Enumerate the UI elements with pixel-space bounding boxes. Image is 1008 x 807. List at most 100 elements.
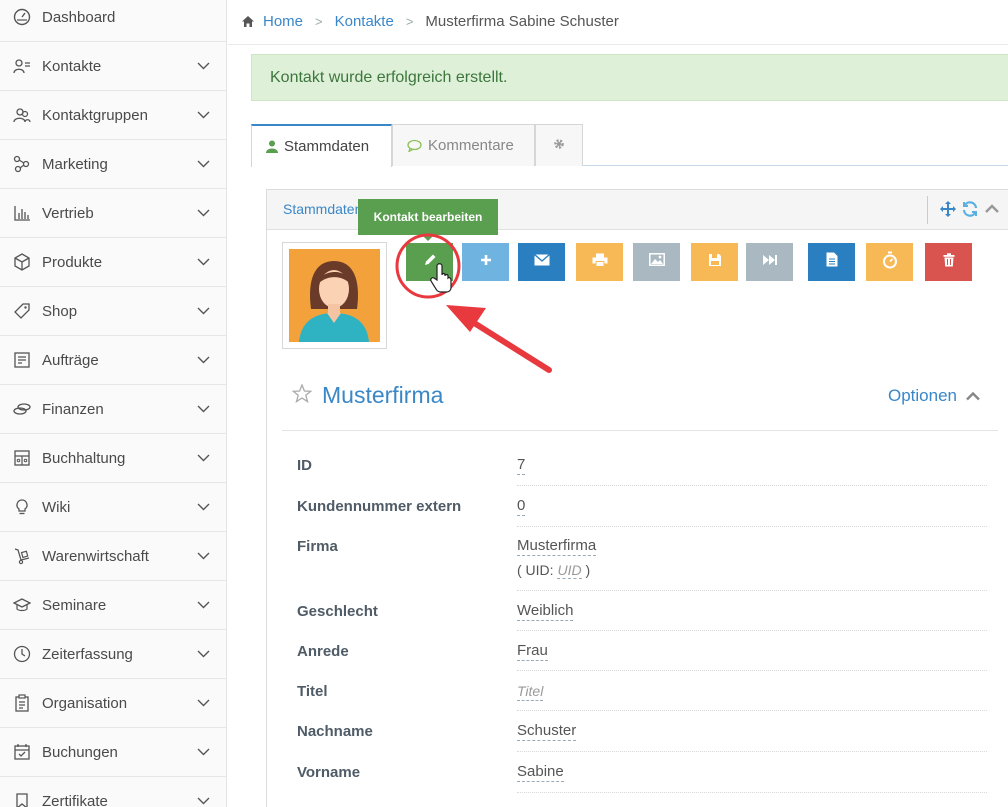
sidebar-item-warenwirtschaft[interactable]: Warenwirtschaft <box>0 532 227 581</box>
sidebar-item-label: Dashboard <box>42 8 116 26</box>
print-button[interactable] <box>576 243 623 281</box>
sidebar-item-finanzen[interactable]: Finanzen <box>0 385 227 434</box>
field-label-vorname: Vorname <box>297 764 361 781</box>
sales-chart-icon <box>12 203 32 223</box>
gear-icon <box>552 137 566 155</box>
edit-button[interactable] <box>406 243 453 281</box>
breadcrumb-home-link[interactable]: Home <box>263 13 303 30</box>
sidebar-item-zertifikate[interactable]: Zertifikate <box>0 777 227 807</box>
field-value-geschlecht[interactable]: Weiblich <box>517 602 574 621</box>
chevron-down-icon <box>196 794 210 807</box>
sidebar-item-vertrieb[interactable]: Vertrieb <box>0 189 227 238</box>
field-value-firma[interactable]: Musterfirma <box>517 537 597 556</box>
sidebar-item-label: Zeiterfassung <box>42 645 133 663</box>
fast-forward-icon <box>762 253 778 271</box>
envelope-icon <box>533 253 550 271</box>
field-value-titel[interactable]: Titel <box>517 682 544 701</box>
chevron-down-icon <box>196 304 210 318</box>
star-icon[interactable] <box>291 382 313 408</box>
add-button[interactable] <box>462 243 509 281</box>
field-value-anrede[interactable]: Frau <box>517 642 548 661</box>
company-name: Musterfirma <box>322 382 444 408</box>
breadcrumb-contacts-link[interactable]: Kontakte <box>335 13 394 30</box>
company-header: Musterfirma <box>291 382 444 409</box>
lightbulb-icon <box>12 497 32 517</box>
refresh-icon[interactable] <box>961 200 979 223</box>
field-label-id: ID <box>297 457 312 474</box>
sidebar-item-buchhaltung[interactable]: Buchhaltung <box>0 434 227 483</box>
sidebar-item-produkte[interactable]: Produkte <box>0 238 227 287</box>
sidebar-item-kontakte[interactable]: Kontakte <box>0 42 227 91</box>
row-divider <box>517 630 987 631</box>
breadcrumb-current: Musterfirma Sabine Schuster <box>425 12 619 30</box>
email-button[interactable] <box>518 243 565 281</box>
sidebar-item-buchungen[interactable]: Buchungen <box>0 728 227 777</box>
field-value-vorname[interactable]: Sabine <box>517 763 564 782</box>
row-divider <box>517 670 987 671</box>
sidebar-item-wiki[interactable]: Wiki <box>0 483 227 532</box>
sidebar-item-auftraege[interactable]: Aufträge <box>0 336 227 385</box>
sidebar-item-label: Finanzen <box>42 400 104 418</box>
sidebar-item-dashboard[interactable]: Dashboard <box>0 0 227 42</box>
uid-value[interactable]: UID <box>557 562 582 579</box>
plus-icon <box>480 253 492 271</box>
chevron-up-icon <box>965 391 981 401</box>
save-button[interactable] <box>691 243 738 281</box>
tab-label: Stammdaten <box>284 138 370 155</box>
hand-truck-icon <box>12 546 32 566</box>
chevron-down-icon <box>196 255 210 269</box>
field-label-firma: Firma <box>297 538 338 555</box>
sidebar-item-label: Aufträge <box>42 351 99 369</box>
chevron-down-icon <box>196 500 210 514</box>
home-icon <box>241 15 255 28</box>
document-button[interactable] <box>808 243 855 281</box>
uid-suffix: ) <box>585 562 591 578</box>
contact-groups-icon <box>12 105 32 125</box>
box-icon <box>12 252 32 272</box>
calendar-check-icon <box>12 742 32 762</box>
delete-button[interactable] <box>925 243 972 281</box>
success-alert: Kontakt wurde erfolgreich erstellt. <box>251 54 1008 101</box>
panel-title: Stammdaten <box>283 201 363 217</box>
forward-button[interactable] <box>746 243 793 281</box>
chevron-down-icon <box>196 549 210 563</box>
sidebar-item-label: Shop <box>42 302 78 320</box>
field-label-titel: Titel <box>297 683 328 700</box>
field-value-kundennummer[interactable]: 0 <box>517 497 526 516</box>
sidebar-item-zeiterfassung[interactable]: Zeiterfassung <box>0 630 227 679</box>
panel-tools <box>939 200 1001 223</box>
pencil-icon <box>423 253 437 272</box>
sidebar-item-shop[interactable]: Shop <box>0 287 227 336</box>
chevron-down-icon <box>196 108 210 122</box>
sidebar-item-label: Buchungen <box>42 743 118 761</box>
chevron-down-icon <box>196 59 210 73</box>
sidebar: Dashboard Kontakte Kontaktgruppen Market… <box>0 0 227 807</box>
field-value-id[interactable]: 7 <box>517 456 526 475</box>
tab-stammdaten[interactable]: Stammdaten <box>251 124 392 167</box>
chevron-down-icon <box>196 206 210 220</box>
trash-icon <box>943 252 955 272</box>
sidebar-item-kontaktgruppen[interactable]: Kontaktgruppen <box>0 91 227 140</box>
breadcrumb-separator: > <box>315 13 323 29</box>
options-toggle[interactable]: Optionen <box>888 386 981 406</box>
tab-settings[interactable] <box>535 124 583 166</box>
contact-avatar[interactable] <box>282 242 387 349</box>
print-icon <box>592 253 608 272</box>
clock-icon <box>12 644 32 664</box>
row-divider <box>517 751 987 752</box>
chevron-down-icon <box>196 647 210 661</box>
tab-kommentare[interactable]: Kommentare <box>392 124 535 166</box>
chevron-down-icon <box>196 696 210 710</box>
chevron-up-icon[interactable] <box>983 200 1001 223</box>
move-icon[interactable] <box>939 200 957 223</box>
field-value-nachname[interactable]: Schuster <box>517 722 577 741</box>
timer-button[interactable] <box>866 243 913 281</box>
sidebar-item-seminare[interactable]: Seminare <box>0 581 227 630</box>
image-icon <box>648 253 665 271</box>
options-label: Optionen <box>888 386 957 405</box>
sidebar-item-organisation[interactable]: Organisation <box>0 679 227 728</box>
sidebar-item-marketing[interactable]: Marketing <box>0 140 227 189</box>
tag-icon <box>12 301 32 321</box>
firma-uid: ( UID: UID ) <box>517 562 591 579</box>
image-button[interactable] <box>633 243 680 281</box>
